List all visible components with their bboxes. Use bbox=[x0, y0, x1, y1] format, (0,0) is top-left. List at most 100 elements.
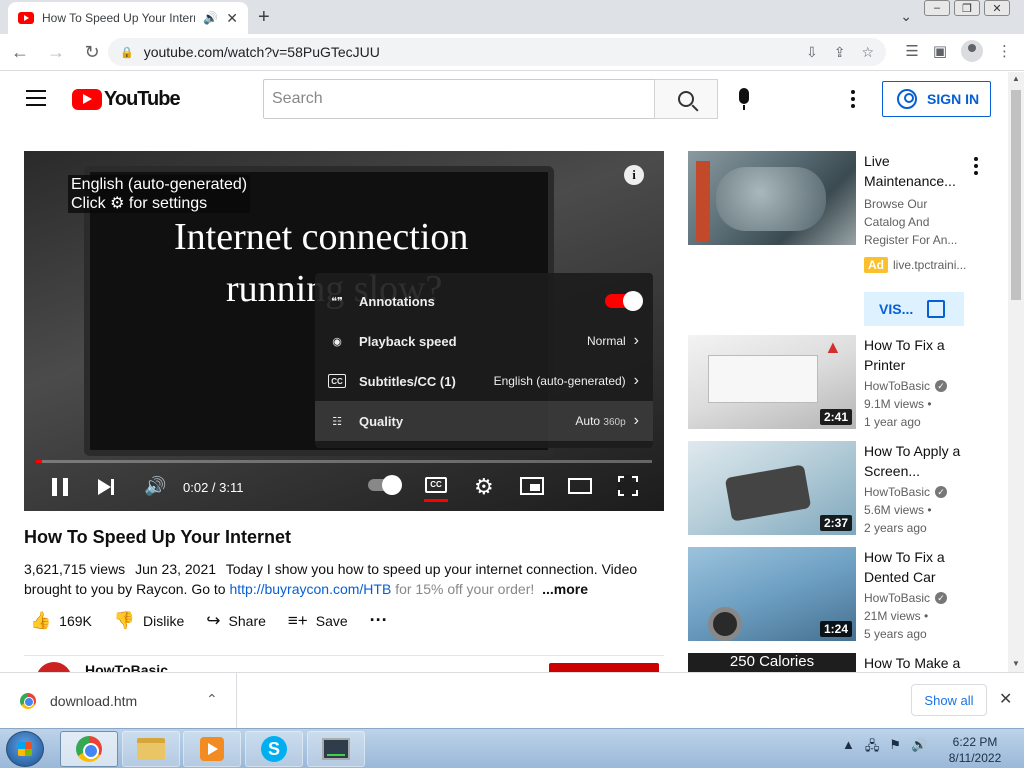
chevron-up-icon[interactable]: ⌃ bbox=[206, 691, 218, 708]
search-input[interactable]: Search bbox=[263, 79, 655, 119]
settings-quality[interactable]: ☷ Quality Auto 360p › bbox=[315, 401, 653, 441]
recommended-video[interactable]: ▲ 2:41 How To Fix a Printer HowToBasic ✓ … bbox=[688, 335, 988, 435]
settings-playback-speed[interactable]: ◉ Playback speed Normal › bbox=[315, 321, 653, 361]
theater-mode-icon[interactable] bbox=[568, 478, 592, 494]
settings-annotations[interactable]: ❝❞ Annotations bbox=[315, 281, 653, 321]
channel-name[interactable]: HowToBasic bbox=[864, 591, 930, 605]
browser-toolbar: ← → ↻ 🔒 youtube.com/watch?v=58PuGTecJUU … bbox=[0, 34, 1024, 71]
video-description[interactable]: 3,621,715 views Jun 23, 2021 Today I sho… bbox=[24, 559, 644, 599]
youtube-play-logo-icon bbox=[72, 89, 102, 110]
visit-label: VIS... bbox=[879, 301, 914, 317]
channel-name[interactable]: HowToBasic bbox=[864, 379, 930, 393]
search-button[interactable] bbox=[654, 79, 718, 119]
miniplayer-icon[interactable] bbox=[520, 477, 544, 495]
media-control-icon[interactable]: ☰ bbox=[905, 42, 918, 60]
taskbar-skype[interactable]: S bbox=[245, 731, 303, 767]
taskbar-task-manager[interactable] bbox=[307, 731, 365, 767]
microphone-icon[interactable] bbox=[739, 88, 749, 110]
show-more-link[interactable]: ...more bbox=[542, 581, 588, 597]
share-page-icon[interactable]: ⇪ bbox=[834, 44, 846, 61]
video-thumbnail[interactable]: 2:37 bbox=[688, 441, 856, 535]
download-item[interactable]: download.htm ⌃ bbox=[0, 673, 237, 728]
back-arrow-icon[interactable]: ← bbox=[4, 42, 36, 63]
recommended-video[interactable]: 2:37 How To Apply a Screen... HowToBasic… bbox=[688, 441, 988, 541]
new-tab-button[interactable]: + bbox=[258, 6, 270, 29]
ad-title[interactable]: Live Maintenance... bbox=[864, 151, 974, 191]
close-window-button[interactable]: ✕ bbox=[984, 0, 1010, 16]
video-player[interactable]: English (auto-generated) Click ⚙ for set… bbox=[24, 151, 664, 511]
taskbar-media-player[interactable] bbox=[183, 731, 241, 767]
sign-in-button[interactable]: SIGN IN bbox=[882, 81, 991, 117]
volume-tray-icon[interactable]: 🔊 bbox=[911, 737, 927, 759]
recommended-video[interactable]: 1:24 How To Fix a Dented Car HowToBasic ✓… bbox=[688, 547, 988, 647]
share-button[interactable]: ↪ Share bbox=[206, 611, 266, 631]
video-thumbnail[interactable]: 1:24 bbox=[688, 547, 856, 641]
tab-audio-icon[interactable]: 🔊 bbox=[203, 11, 218, 25]
hamburger-menu-icon[interactable] bbox=[26, 90, 46, 106]
action-center-icon[interactable]: ⚑ bbox=[889, 737, 901, 759]
next-video-icon[interactable] bbox=[98, 479, 114, 495]
restore-button[interactable]: ❐ bbox=[954, 0, 980, 16]
video-title[interactable]: How To Fix a Dented Car bbox=[864, 547, 974, 587]
system-tray: ▲ 🖧 ⚑ 🔊 bbox=[842, 737, 927, 759]
page-scrollbar[interactable]: ▲ ▼ bbox=[1008, 72, 1024, 672]
progress-bar[interactable] bbox=[36, 460, 652, 463]
chevron-right-icon: › bbox=[633, 412, 639, 429]
url-text[interactable]: youtube.com/watch?v=58PuGTecJUU bbox=[144, 44, 806, 60]
info-icon[interactable]: i bbox=[624, 165, 644, 185]
tab-close-icon[interactable]: ✕ bbox=[226, 10, 238, 27]
taskbar-explorer[interactable] bbox=[122, 731, 180, 767]
bookmark-star-icon[interactable]: ☆ bbox=[861, 44, 874, 61]
video-title[interactable]: How To Fix a Printer bbox=[864, 335, 974, 375]
profile-avatar-icon[interactable] bbox=[961, 40, 983, 62]
network-icon[interactable]: 🖧 bbox=[865, 737, 880, 759]
install-icon[interactable]: ⇩ bbox=[806, 44, 818, 61]
like-button[interactable]: 👍 169K bbox=[30, 611, 92, 631]
forward-arrow-icon[interactable]: → bbox=[40, 42, 72, 63]
channel-name[interactable]: HowToBasic bbox=[864, 485, 930, 499]
tray-expand-icon[interactable]: ▲ bbox=[842, 737, 855, 759]
lock-icon[interactable]: 🔒 bbox=[120, 46, 134, 59]
dislike-label: Dislike bbox=[143, 612, 185, 629]
start-button[interactable] bbox=[6, 731, 44, 767]
taskbar-clock[interactable]: 6:22 PM 8/11/2022 bbox=[940, 734, 1010, 766]
taskbar-chrome[interactable] bbox=[60, 731, 118, 767]
visit-site-button[interactable]: VIS... bbox=[864, 292, 964, 326]
share-arrow-icon: ↪ bbox=[206, 610, 221, 630]
video-title[interactable]: How To Make a bbox=[864, 653, 974, 672]
scroll-down-arrow-icon[interactable]: ▼ bbox=[1012, 659, 1020, 668]
video-thumbnail[interactable]: ▲ 2:41 bbox=[688, 335, 856, 429]
ad-menu-icon[interactable] bbox=[974, 157, 978, 178]
more-actions-icon[interactable]: ··· bbox=[370, 610, 388, 631]
tab-search-chevron-icon[interactable]: ⌄ bbox=[900, 8, 912, 25]
autoplay-toggle[interactable] bbox=[368, 475, 402, 495]
annotations-toggle[interactable] bbox=[605, 291, 643, 311]
pause-icon[interactable] bbox=[52, 478, 68, 496]
settings-gear-icon[interactable]: ⚙ bbox=[474, 474, 494, 500]
reload-icon[interactable]: ↻ bbox=[76, 42, 108, 63]
dislike-button[interactable]: 👎 Dislike bbox=[114, 611, 184, 631]
settings-kebab-icon[interactable] bbox=[851, 90, 855, 111]
youtube-logo[interactable]: YouTube bbox=[72, 88, 181, 111]
save-button[interactable]: ≡+ Save bbox=[288, 611, 348, 631]
window-controls: – ❐ ✕ bbox=[924, 0, 1010, 16]
browser-tab[interactable]: How To Speed Up Your Internet 🔊 ✕ bbox=[8, 2, 248, 34]
browser-menu-icon[interactable]: ⋮ bbox=[997, 42, 1012, 60]
scroll-up-arrow-icon[interactable]: ▲ bbox=[1012, 74, 1020, 83]
fullscreen-icon[interactable] bbox=[617, 475, 639, 497]
ad-card[interactable]: Live Maintenance... Browse Our Catalog A… bbox=[688, 151, 988, 331]
ad-thumbnail[interactable] bbox=[688, 151, 856, 245]
show-all-button[interactable]: Show all bbox=[911, 684, 987, 716]
recommended-video[interactable]: 250 Calories How To Make a bbox=[688, 653, 988, 672]
address-bar[interactable]: 🔒 youtube.com/watch?v=58PuGTecJUU ⇩ ⇪ ☆ bbox=[108, 38, 886, 66]
captions-button[interactable]: CC bbox=[425, 477, 447, 493]
description-link[interactable]: http://buyraycon.com/HTB bbox=[229, 581, 391, 597]
volume-icon[interactable]: 🔊 bbox=[144, 476, 166, 497]
scrollbar-thumb[interactable] bbox=[1011, 90, 1021, 300]
video-title[interactable]: How To Apply a Screen... bbox=[864, 441, 974, 481]
side-panel-icon[interactable]: ▣ bbox=[933, 42, 947, 60]
video-thumbnail[interactable]: 250 Calories bbox=[688, 653, 856, 672]
minimize-button[interactable]: – bbox=[924, 0, 950, 16]
settings-subtitles[interactable]: CC Subtitles/CC (1) English (auto-genera… bbox=[315, 361, 653, 401]
close-download-bar-icon[interactable]: ✕ bbox=[999, 689, 1012, 709]
